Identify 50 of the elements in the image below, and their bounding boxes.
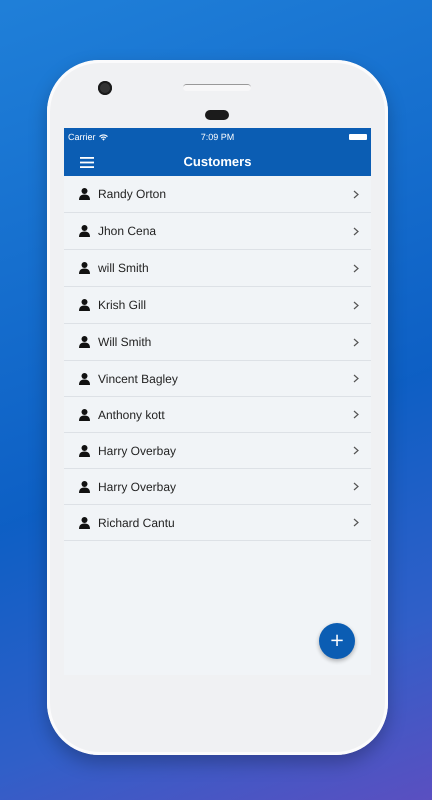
chevron-icon [353, 338, 359, 346]
customer-name: Harry Overbay [98, 480, 178, 494]
battery-icon [349, 134, 367, 140]
chevron-icon [353, 446, 359, 455]
customer-row[interactable]: Richard Cantu [64, 505, 371, 541]
chevron-icon [353, 264, 359, 272]
person-icon [79, 372, 90, 384]
customer-row[interactable]: Harry Overbay [64, 469, 371, 505]
chevron-icon [353, 190, 359, 198]
chevron-icon [353, 410, 359, 419]
person-icon [79, 299, 90, 311]
customer-name: will Smith [98, 261, 150, 275]
customer-name: Harry Overbay [98, 444, 178, 458]
customer-row[interactable]: Vincent Bagley [64, 361, 371, 397]
speaker-icon [183, 84, 251, 91]
person-icon [79, 444, 90, 456]
chevron-icon [353, 226, 359, 236]
person-icon [79, 480, 90, 492]
person-icon [79, 516, 90, 528]
customer-row[interactable]: Jhon Cena [64, 213, 371, 250]
screen-title: Customers [182, 154, 252, 168]
wifi-icon [98, 134, 108, 140]
sensor-icon [205, 110, 229, 120]
customer-row[interactable]: Anthony kott [64, 397, 371, 433]
customer-row[interactable]: Randy Orton [64, 176, 371, 213]
add-button[interactable]: + [319, 623, 355, 659]
customer-row[interactable]: Will Smith [64, 324, 371, 361]
customer-name: Krish Gill [98, 298, 148, 312]
chevron-icon [353, 482, 359, 491]
customer-row[interactable]: Krish Gill [64, 287, 371, 324]
person-icon [79, 408, 90, 420]
person-icon [79, 262, 90, 274]
customer-row[interactable]: will Smith [64, 250, 371, 287]
person-icon [79, 225, 90, 237]
customer-row[interactable]: Harry Overbay [64, 433, 371, 469]
person-icon [79, 336, 90, 348]
chevron-icon [353, 374, 359, 383]
chevron-icon [353, 518, 359, 527]
customer-name: Vincent Bagley [98, 372, 179, 386]
carrier-label: Carrier [68, 132, 96, 142]
menu-button[interactable] [80, 156, 94, 166]
status-time: 7:09 PM [200, 132, 234, 142]
customer-name: Richard Cantu [98, 516, 176, 530]
customer-name: Anthony kott [98, 408, 166, 422]
customer-name: Randy Orton [98, 187, 168, 201]
customer-name: Jhon Cena [98, 224, 158, 238]
camera-icon [98, 81, 112, 95]
chevron-icon [353, 300, 359, 310]
person-icon [79, 188, 90, 200]
customer-name: Will Smith [98, 335, 152, 349]
